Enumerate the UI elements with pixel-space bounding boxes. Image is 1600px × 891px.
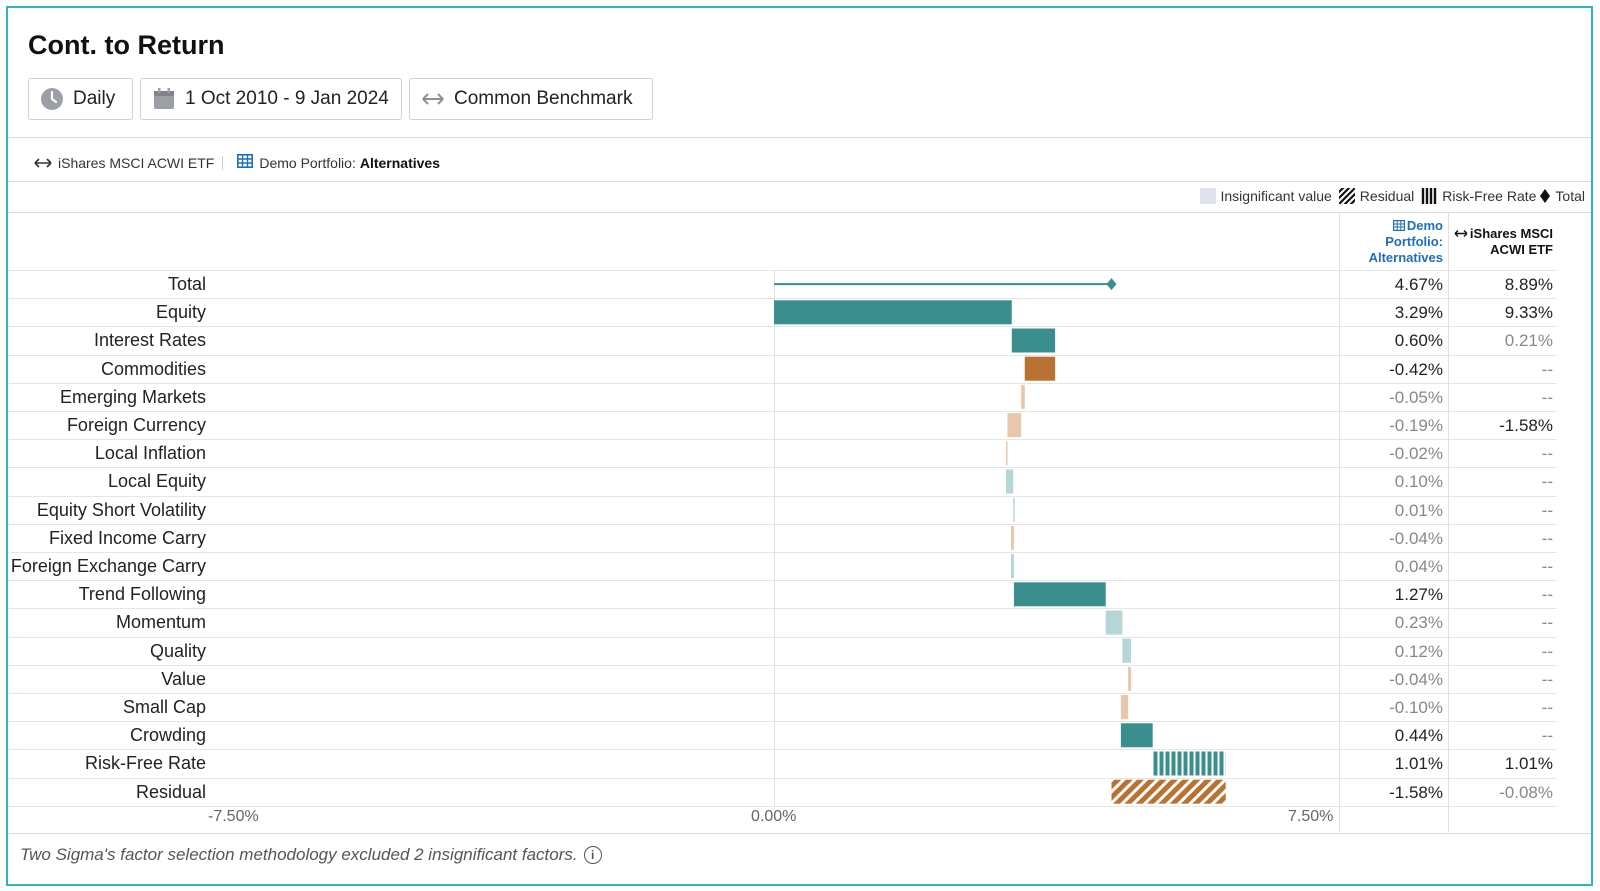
contribution-bar[interactable] (1111, 779, 1226, 804)
widget-frame: Cont. to Return Daily 1 Oct 2010 - 9 Jan… (6, 6, 1593, 886)
contribution-bar[interactable] (1013, 497, 1015, 522)
x-tick-label: 0.00% (751, 808, 797, 825)
contribution-bar[interactable] (1024, 356, 1056, 381)
contribution-bar[interactable] (1011, 554, 1014, 579)
contribution-chart (774, 278, 1226, 804)
contribution-bar[interactable] (1120, 723, 1153, 748)
contribution-bar[interactable] (774, 300, 1012, 325)
total-marker[interactable] (1106, 278, 1117, 291)
contribution-bar[interactable] (1005, 469, 1014, 494)
contribution-bar[interactable] (1011, 328, 1056, 353)
contribution-bar[interactable] (1007, 413, 1022, 438)
x-tick-label: 7.50% (1288, 808, 1334, 825)
contribution-bar[interactable] (1120, 695, 1129, 720)
footer-note: Two Sigma's factor selection methodology… (20, 845, 602, 865)
contribution-bar[interactable] (1005, 441, 1008, 466)
contribution-bar[interactable] (1021, 384, 1025, 409)
contribution-bar[interactable] (1128, 666, 1131, 691)
info-icon[interactable]: i (583, 846, 602, 864)
contribution-bar[interactable] (1105, 610, 1123, 635)
contribution-bar[interactable] (1013, 582, 1106, 607)
divider (8, 833, 1591, 834)
contribution-bar[interactable] (1011, 525, 1014, 550)
x-tick-label: -7.50% (208, 808, 259, 825)
contribution-bar[interactable] (1122, 638, 1131, 663)
footer-text: Two Sigma's factor selection methodology… (20, 845, 578, 864)
contribution-bar[interactable] (1152, 751, 1226, 776)
